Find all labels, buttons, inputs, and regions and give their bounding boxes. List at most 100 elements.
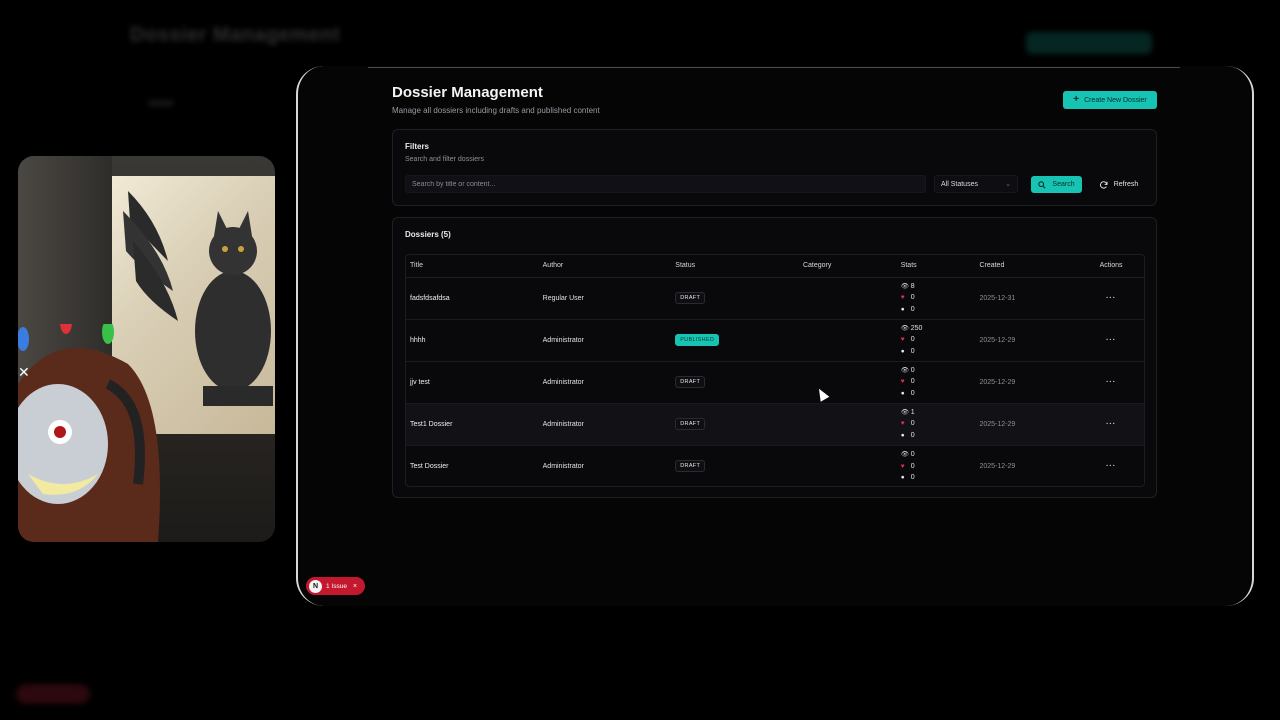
table-row[interactable]: hhhh Administrator PUBLISHED 👁 250 ♥ 0 ● 0 … [406, 319, 1144, 362]
table-row[interactable]: Test Dossier Administrator DRAFT 👁 0 ♥ 0 ●… [406, 445, 1144, 486]
heart-icon: ♥ [900, 462, 905, 470]
refresh-button[interactable]: Refresh [1093, 176, 1145, 193]
row-actions-menu-icon[interactable]: ··· [1078, 445, 1144, 486]
status-select-value: All Statuses [941, 180, 978, 188]
views-count: 250 [910, 324, 923, 332]
column-header-category[interactable]: Category [798, 255, 897, 278]
cell-status: DRAFT [671, 445, 799, 486]
table-header-row: Title Author Status Category Stats Creat… [406, 255, 1144, 278]
search-button[interactable]: Search [1031, 176, 1082, 193]
row-actions-menu-icon[interactable]: ··· [1078, 361, 1144, 404]
background-subtitle-bar [148, 100, 174, 106]
cell-created: 2025-12-29 [975, 403, 1079, 446]
cell-title[interactable]: Test Dossier [406, 445, 539, 486]
cell-status: DRAFT [671, 403, 799, 446]
comment-icon: ● [900, 431, 905, 439]
dossiers-title: Dossiers (5) [405, 230, 451, 239]
row-actions-menu-icon[interactable]: ··· [1078, 319, 1144, 362]
cell-author: Administrator [538, 361, 672, 404]
status-badge: PUBLISHED [675, 334, 720, 346]
top-divider [368, 67, 1180, 68]
column-header-author[interactable]: Author [538, 255, 672, 278]
plus-icon: + [1073, 94, 1080, 105]
row-actions-menu-icon[interactable]: ··· [1078, 277, 1144, 320]
dossiers-panel: Dossiers (5) Title Author Status Categor… [392, 217, 1157, 498]
table-row[interactable]: jjv test Administrator DRAFT 👁 0 ♥ 0 ● 0 20… [406, 361, 1144, 404]
background-button [1026, 32, 1152, 54]
status-select[interactable]: All Statuses ⌄ [934, 175, 1018, 193]
background-title: Dossier Management [130, 24, 341, 46]
cell-stats: 👁 0 ♥ 0 ● 0 [896, 361, 976, 404]
views-count: 0 [910, 451, 915, 458]
page-subtitle: Manage all dossiers including drafts and… [392, 106, 600, 115]
column-header-stats[interactable]: Stats [896, 255, 976, 278]
heart-icon: ♥ [900, 294, 905, 302]
webcam-person [18, 324, 160, 542]
cell-status: DRAFT [671, 277, 799, 320]
row-actions-menu-icon[interactable]: ··· [1078, 403, 1144, 446]
column-header-created[interactable]: Created [975, 255, 1079, 278]
cell-category [798, 277, 897, 320]
issues-label: 1 Issue [326, 582, 347, 590]
comment-icon: ● [900, 389, 905, 397]
comment-icon: ● [900, 474, 905, 481]
close-icon[interactable]: × [353, 583, 357, 590]
cell-created: 2025-12-29 [979, 462, 1016, 470]
eye-icon: 👁 [900, 451, 909, 458]
cell-created: 2025-12-29 [975, 319, 1079, 362]
likes-count: 0 [910, 462, 915, 470]
cell-stats: 👁 8 ♥ 0 ● 0 [896, 277, 976, 320]
filters-panel: Filters Search and filter dossiers All S… [392, 129, 1157, 206]
column-header-status[interactable]: Status [671, 255, 799, 278]
views-count: 1 [910, 408, 915, 416]
heart-icon: ♥ [900, 378, 905, 386]
cell-title[interactable]: hhhh [406, 319, 539, 362]
cell-category [798, 361, 897, 404]
cell-stats: 👁 250 ♥ 0 ● 0 [896, 319, 976, 362]
status-badge: DRAFT [675, 292, 706, 304]
cell-author: Administrator [538, 319, 672, 362]
cell-created: 2025-12-29 [975, 361, 1079, 404]
cell-title[interactable]: Test1 Dossier [406, 403, 539, 446]
nextjs-logo-icon: N [309, 579, 322, 593]
likes-count: 0 [910, 378, 915, 386]
create-new-dossier-button[interactable]: + Create New Dossier [1063, 91, 1157, 109]
cell-status: DRAFT [671, 361, 799, 404]
eye-icon: 👁 [900, 282, 909, 290]
cell-author: Administrator [538, 403, 672, 446]
dossiers-table: Title Author Status Category Stats Creat… [405, 254, 1145, 487]
eye-icon: 👁 [900, 366, 909, 374]
refresh-button-label: Refresh [1113, 181, 1139, 188]
page-title: Dossier Management [392, 84, 543, 101]
comments-count: 0 [910, 431, 915, 439]
cell-category [798, 319, 897, 362]
cell-author: Administrator [542, 462, 584, 470]
status-badge: DRAFT [675, 376, 706, 388]
table-row[interactable]: Test1 Dossier Administrator DRAFT 👁 1 ♥ 0 … [406, 403, 1144, 446]
cell-created: 2025-12-31 [975, 277, 1079, 320]
column-header-title[interactable]: Title [406, 255, 539, 278]
table-row[interactable]: fadsfdsafdsa Regular User DRAFT 👁 8 ♥ 0 ● 0… [406, 277, 1144, 320]
issues-badge[interactable]: N 1 Issue × [306, 577, 365, 595]
filters-title: Filters [405, 142, 430, 151]
status-badge: DRAFT [675, 418, 706, 430]
likes-count: 0 [910, 336, 915, 344]
comment-icon: ● [900, 305, 905, 313]
status-badge: DRAFT [675, 460, 706, 473]
comments-count: 0 [910, 347, 915, 355]
cell-stats: 👁 1 ♥ 0 ● 0 [896, 403, 976, 446]
cell-stats: 👁 0 ♥ 0 ● 0 [897, 445, 976, 486]
refresh-icon [1099, 180, 1108, 189]
cell-title[interactable]: fadsfdsafdsa [406, 277, 539, 320]
chevron-down-icon: ⌄ [1005, 181, 1011, 188]
eye-icon: 👁 [900, 324, 909, 332]
views-count: 0 [910, 366, 915, 374]
heart-icon: ♥ [900, 420, 905, 428]
cell-title[interactable]: jjv test [406, 361, 539, 404]
search-input[interactable] [405, 175, 926, 193]
cell-status: PUBLISHED [671, 319, 799, 362]
create-button-label: Create New Dossier [1084, 96, 1147, 104]
search-button-label: Search [1052, 181, 1075, 188]
comments-count: 0 [910, 474, 915, 481]
background-pill [16, 684, 90, 704]
